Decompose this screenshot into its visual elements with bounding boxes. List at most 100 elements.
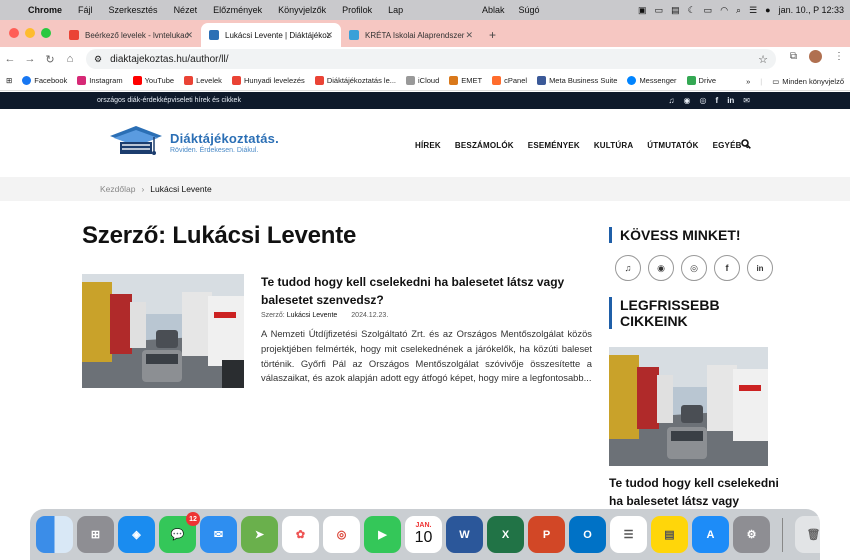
menu-help[interactable]: Súgó [519,5,540,15]
post-title-link[interactable]: Te tudod hogy kell cselekedni ha baleset… [261,273,581,309]
focus-moon-icon[interactable]: ☾ [688,5,696,16]
bookmark-facebook[interactable]: Facebook [22,76,67,85]
bookmark-messenger[interactable]: Messenger [627,76,677,85]
nav-hirek[interactable]: HÍREK [415,141,441,150]
spotlight-search-icon[interactable]: ⌕ [736,5,741,16]
bookmark-youtube[interactable]: YouTube [132,76,175,85]
instagram-icon[interactable]: ◎ [681,255,707,281]
latest-article-thumbnail[interactable] [609,347,768,466]
minimize-window-button[interactable] [25,28,35,38]
facebook-icon[interactable]: f [716,96,719,105]
linkedin-icon[interactable]: in [727,96,734,105]
chrome-icon[interactable]: ◎ [323,516,360,553]
maps-icon[interactable]: ➤ [241,516,278,553]
bookmark-instagram[interactable]: Instagram [77,76,123,85]
bookmark-levelek[interactable]: Levelek [184,76,222,85]
bookmark-drive[interactable]: Drive [686,76,716,85]
display-icon[interactable]: ▭ [655,5,664,16]
search-icon[interactable] [741,139,751,152]
bookmark-diaktajekoztatas[interactable]: Diáktájékoztatás le... [314,76,396,85]
bookmark-icloud[interactable]: iCloud [406,76,439,85]
chrome-menu-icon[interactable]: ⋮ [834,51,844,62]
tab-gmail[interactable]: Beérkező levelek - lvntelukac ✕ [61,23,201,47]
menu-bookmarks[interactable]: Könyvjelzők [270,5,334,15]
nav-kultura[interactable]: KULTÚRA [594,141,633,150]
messages-icon[interactable]: 💬 12 [159,512,200,553]
bookmark-label: YouTube [144,76,175,85]
extensions-icon[interactable]: ⧉ [790,51,797,62]
powerpoint-icon[interactable]: P [528,516,565,553]
back-arrow-icon[interactable]: ← [0,53,20,65]
new-tab-button[interactable]: + [481,28,504,47]
menu-view[interactable]: Nézet [166,5,206,15]
tiktok-icon[interactable]: ♫ [669,96,675,105]
site-logo[interactable]: Diáktájékoztatás. Röviden. Érdekesen. Di… [106,122,279,162]
close-window-button[interactable] [9,28,19,38]
keyboard-icon[interactable]: ▤ [671,5,680,16]
close-tab-icon[interactable]: ✕ [465,30,473,41]
word-icon[interactable]: W [446,516,483,553]
apps-grid-icon[interactable]: ⊞ [6,76,12,85]
reload-icon[interactable]: ↻ [40,53,60,66]
facebook-icon[interactable]: f [714,255,740,281]
app-store-icon[interactable]: A [692,516,729,553]
breadcrumb-home-link[interactable]: Kezdőlap [100,184,135,194]
menubar-clock[interactable]: jan. 10., P 12:33 [779,5,844,15]
menu-history[interactable]: Előzmények [205,5,270,15]
close-tab-icon[interactable]: ✕ [185,30,193,41]
nav-beszamolok[interactable]: BESZÁMOLÓK [455,141,514,150]
safari-icon[interactable]: ◈ [118,516,155,553]
bookmark-star-icon[interactable]: ☆ [758,53,768,66]
post-thumbnail-image[interactable] [82,274,244,388]
spotify-icon[interactable]: ◉ [648,255,674,281]
bookmark-hunyadi[interactable]: Hunyadi levelezés [231,76,305,85]
bookmark-emet[interactable]: EMET [449,76,482,85]
instagram-icon[interactable]: ◎ [700,96,707,105]
photos-icon[interactable]: ✿ [282,516,319,553]
spotify-icon[interactable]: ◉ [684,96,691,105]
menu-file[interactable]: Fájl [70,5,101,15]
close-tab-icon[interactable]: ✕ [325,30,333,41]
outlook-icon[interactable]: O [569,516,606,553]
control-toggles-icon[interactable]: ☰ [749,5,757,16]
menu-app-name[interactable]: Chrome [20,5,70,15]
siri-icon[interactable]: ● [765,5,770,15]
email-icon[interactable]: ✉ [743,96,750,105]
trash-icon[interactable]: 🗑 [795,516,832,553]
address-bar[interactable]: ⚙ diaktajekoztas.hu/author/ll/ ☆ [86,49,776,69]
tab-diaktajekoztatas[interactable]: Lukácsi Levente | Diáktájékoz ✕ [201,23,341,47]
site-info-icon[interactable]: ⚙ [94,54,102,65]
forward-arrow-icon[interactable]: → [20,53,40,65]
facetime-icon[interactable]: ▶ [364,516,401,553]
menu-window[interactable]: Ablak [482,5,505,15]
zoom-window-button[interactable] [41,28,51,38]
latest-article-title-link[interactable]: Te tudod hogy kell cselekedni ha baleset… [609,474,779,510]
screen-icon[interactable]: ▭ [704,5,713,16]
launchpad-icon[interactable]: ⊞ [77,516,114,553]
reminders-icon[interactable]: ☰ [610,516,647,553]
control-center-icon[interactable]: ▣ [638,5,647,16]
notes-icon[interactable]: ▤ [651,516,688,553]
home-icon[interactable]: ⌂ [60,53,80,65]
tab-kreta[interactable]: KRÉTA Iskolai Alaprendszer ✕ [341,23,481,47]
post-author-link[interactable]: Lukácsi Levente [287,312,338,319]
all-bookmarks-folder[interactable]: ▭ Minden könyvjelző [772,77,844,86]
bookmarks-overflow-button[interactable]: » [746,77,750,86]
menu-edit[interactable]: Szerkesztés [101,5,166,15]
tiktok-icon[interactable]: ♫ [615,255,641,281]
wifi-icon[interactable]: ◠ [720,5,728,16]
system-settings-icon[interactable]: ⚙ [733,516,770,553]
calendar-icon[interactable]: JAN. 10 [405,516,442,553]
menu-profiles[interactable]: Profilok [334,5,380,15]
url-text[interactable]: diaktajekoztas.hu/author/ll/ [110,54,228,65]
bookmark-meta-business[interactable]: Meta Business Suite [537,76,617,85]
linkedin-icon[interactable]: in [747,255,773,281]
excel-icon[interactable]: X [487,516,524,553]
menu-tab[interactable]: Lap [380,5,411,15]
mail-icon[interactable]: ✉ [200,516,237,553]
bookmark-cpanel[interactable]: cPanel [492,76,527,85]
profile-avatar[interactable] [809,50,822,63]
nav-esemenyek[interactable]: ESEMÉNYEK [528,141,580,150]
nav-utmutatok[interactable]: ÚTMUTATÓK [647,141,698,150]
finder-icon[interactable] [36,516,73,553]
